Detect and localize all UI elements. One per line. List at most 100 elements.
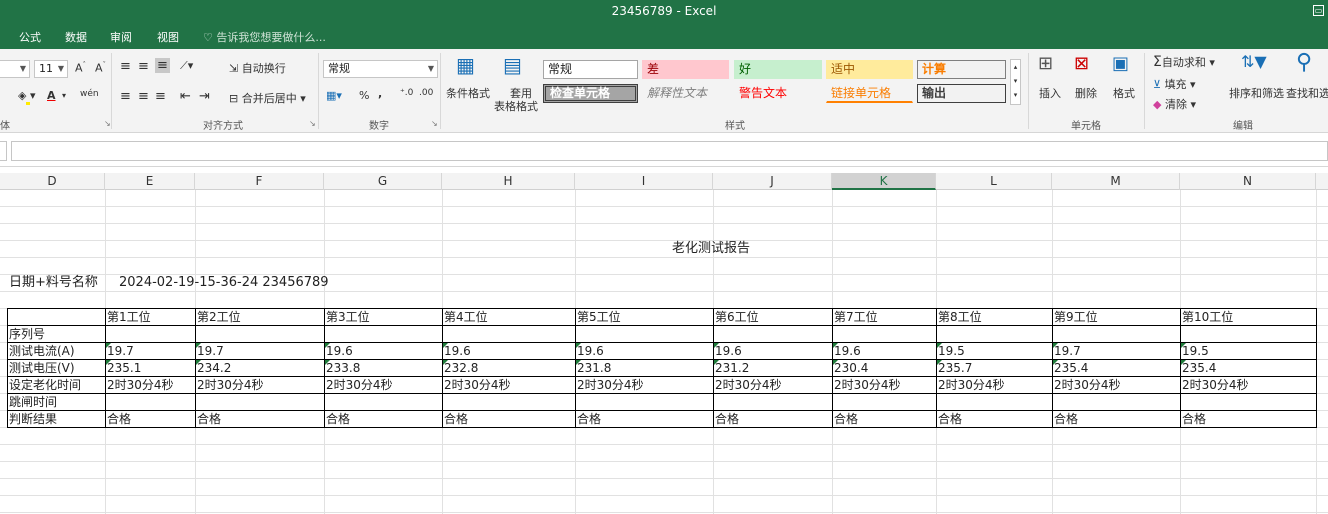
tab-review[interactable]: 审阅 (110, 29, 132, 45)
column-header-h[interactable]: H (442, 173, 575, 190)
grow-font-icon[interactable]: Aˆ (75, 61, 86, 75)
style-calculation[interactable]: 计算 (917, 60, 1006, 79)
worksheet-grid[interactable]: 老化测试报告 日期+料号名称 2024-02-19-15-36-24 23456… (0, 190, 1328, 514)
table-cell[interactable]: 235.7 (938, 360, 972, 377)
increase-indent-icon[interactable]: ⇥ (199, 89, 210, 104)
table-cell[interactable]: 234.2 (197, 360, 231, 377)
currency-icon[interactable]: ▦▾ (326, 89, 342, 102)
table-cell[interactable]: 合格 (1182, 411, 1206, 428)
station-header[interactable]: 第1工位 (107, 309, 151, 326)
table-cell[interactable]: 合格 (577, 411, 601, 428)
station-header[interactable]: 第9工位 (1054, 309, 1098, 326)
style-bad[interactable]: 差 (642, 60, 729, 79)
table-cell[interactable]: 19.6 (834, 343, 861, 360)
fill-button[interactable]: ⊻ 填充 ▾ (1153, 76, 1196, 92)
autosum-button[interactable]: Σ自动求和 ▾ (1153, 54, 1215, 70)
station-header[interactable]: 第7工位 (834, 309, 878, 326)
row-label[interactable]: 判断结果 (9, 411, 57, 428)
orientation-icon[interactable]: ⟋▾ (180, 59, 193, 73)
align-left-icon[interactable]: ≡ (120, 89, 131, 104)
table-cell[interactable]: 19.7 (107, 343, 134, 360)
decrease-decimal-icon[interactable]: .00 (419, 88, 433, 98)
table-cell[interactable]: 合格 (444, 411, 468, 428)
number-format-dropdown[interactable]: 常规 ▼ (323, 60, 438, 78)
dialog-launcher-icon[interactable]: ↘ (104, 119, 111, 128)
percent-button[interactable]: % (359, 89, 369, 102)
station-header[interactable]: 第10工位 (1182, 309, 1233, 326)
clear-button[interactable]: ◆ 清除 ▾ (1153, 96, 1196, 112)
align-right-icon[interactable]: ≡ (155, 89, 166, 104)
table-cell[interactable]: 2时30分4秒 (1182, 377, 1249, 394)
style-linked-cell[interactable]: 链接单元格 (826, 84, 913, 103)
table-cell[interactable]: 合格 (834, 411, 858, 428)
formula-input[interactable] (11, 141, 1328, 161)
table-cell[interactable]: 19.5 (1182, 343, 1209, 360)
fill-color-icon[interactable]: ◈ ▾ (18, 89, 36, 105)
table-format-button-2[interactable]: 表格格式 (494, 98, 538, 114)
table-cell[interactable]: 合格 (938, 411, 962, 428)
name-box[interactable] (0, 141, 7, 161)
format-button[interactable]: 格式 (1113, 85, 1135, 101)
delete-button[interactable]: 删除 (1075, 85, 1097, 101)
table-cell[interactable]: 231.8 (577, 360, 611, 377)
style-check-cell[interactable]: 检查单元格 (543, 84, 638, 103)
column-header-n[interactable]: N (1180, 173, 1316, 190)
style-normal[interactable]: 常规 (543, 60, 638, 79)
tab-view[interactable]: 视图 (157, 29, 179, 45)
column-header-m[interactable]: M (1052, 173, 1180, 190)
restore-icon[interactable]: ▭ (1313, 5, 1324, 16)
table-cell[interactable]: 2时30分4秒 (715, 377, 782, 394)
table-cell[interactable]: 19.6 (577, 343, 604, 360)
style-explanatory[interactable]: 解释性文本 (642, 84, 729, 103)
table-cell[interactable]: 233.8 (326, 360, 360, 377)
align-middle-icon[interactable]: ≡ (138, 59, 149, 74)
font-name-dropdown[interactable]: ▼ (0, 60, 30, 78)
table-cell[interactable]: 合格 (197, 411, 221, 428)
table-cell[interactable]: 2时30分4秒 (834, 377, 901, 394)
sort-filter-button[interactable]: 排序和筛选 (1229, 85, 1284, 101)
phonetic-icon[interactable]: wén (80, 89, 99, 99)
station-header[interactable]: 第3工位 (326, 309, 370, 326)
table-cell[interactable]: 19.5 (938, 343, 965, 360)
style-output[interactable]: 输出 (917, 84, 1006, 103)
column-header-d[interactable]: D (0, 173, 105, 190)
font-color-icon[interactable]: A (47, 89, 56, 102)
table-cell[interactable]: 19.7 (1054, 343, 1081, 360)
table-cell[interactable]: 19.6 (326, 343, 353, 360)
table-cell[interactable]: 19.6 (444, 343, 471, 360)
table-cell[interactable]: 231.2 (715, 360, 749, 377)
table-cell[interactable]: 2时30分4秒 (326, 377, 393, 394)
dialog-launcher-icon[interactable]: ↘ (431, 119, 438, 128)
table-cell[interactable]: 230.4 (834, 360, 868, 377)
table-cell[interactable]: 2时30分4秒 (197, 377, 264, 394)
align-center-icon[interactable]: ≡ (138, 89, 149, 104)
table-cell[interactable]: 2时30分4秒 (444, 377, 511, 394)
row-label[interactable]: 序列号 (9, 326, 45, 343)
station-header[interactable]: 第8工位 (938, 309, 982, 326)
row-label[interactable]: 设定老化时间 (9, 377, 81, 394)
increase-decimal-icon[interactable]: ⁺.0 (400, 88, 413, 98)
shrink-font-icon[interactable]: Aˇ (95, 61, 106, 75)
table-cell[interactable]: 2时30分4秒 (1054, 377, 1121, 394)
table-cell[interactable]: 235.4 (1054, 360, 1088, 377)
font-size-dropdown[interactable]: 11 ▼ (34, 60, 68, 78)
tab-formulas[interactable]: 公式 (19, 29, 41, 45)
insert-button[interactable]: 插入 (1039, 85, 1061, 101)
wrap-text-button[interactable]: ⇲ 自动换行 (229, 60, 286, 76)
comma-button[interactable]: , (378, 87, 382, 100)
station-header[interactable]: 第5工位 (577, 309, 621, 326)
column-header-g[interactable]: G (324, 173, 442, 190)
table-cell[interactable]: 235.4 (1182, 360, 1216, 377)
table-cell[interactable]: 2时30分4秒 (577, 377, 644, 394)
column-header-j[interactable]: J (713, 173, 832, 190)
gallery-scroll[interactable]: ▴ ▾ ▾ (1010, 59, 1021, 105)
style-warning[interactable]: 警告文本 (734, 84, 822, 103)
chevron-down-icon[interactable]: ▾ (62, 91, 66, 100)
table-cell[interactable]: 合格 (326, 411, 350, 428)
station-header[interactable]: 第2工位 (197, 309, 241, 326)
row-label[interactable]: 测试电流(A) (9, 343, 75, 360)
style-neutral[interactable]: 适中 (826, 60, 913, 79)
station-header[interactable]: 第4工位 (444, 309, 488, 326)
column-header-e[interactable]: E (105, 173, 195, 190)
column-header-f[interactable]: F (195, 173, 324, 190)
